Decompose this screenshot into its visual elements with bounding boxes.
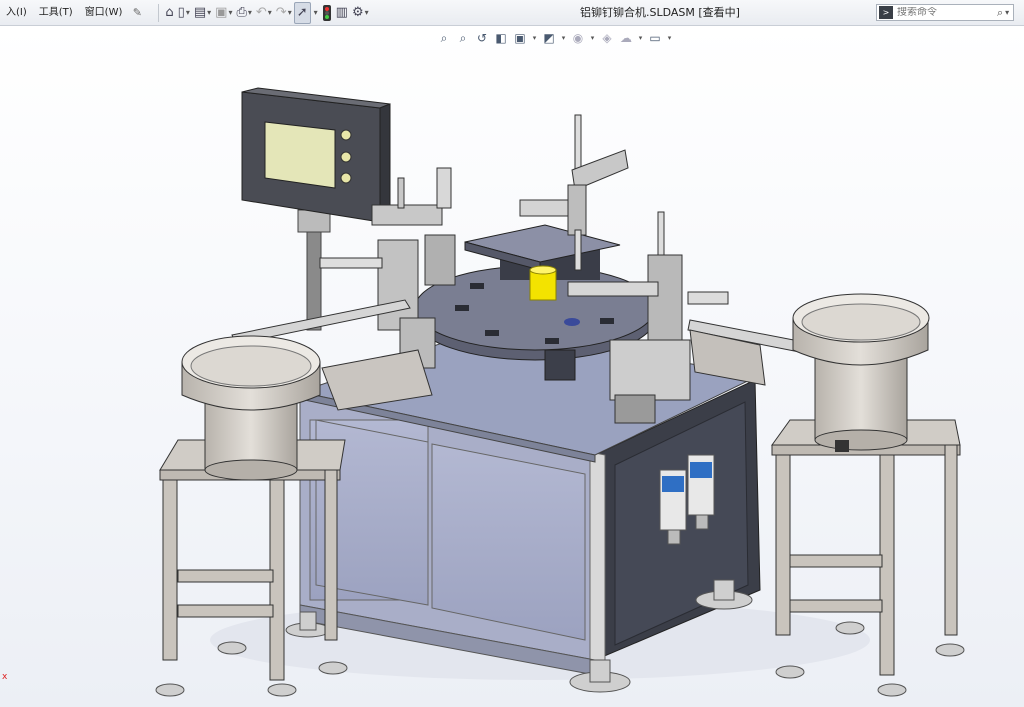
control-panel: [241, 87, 391, 331]
search-caret-icon[interactable]: ▾: [1005, 8, 1009, 17]
command-prompt-icon: >: [879, 6, 893, 19]
window-title: 铝铆钉铆合机.SLDASM [查看中]: [580, 6, 740, 19]
select-caret-icon[interactable]: ▾: [311, 2, 320, 24]
menu-tools[interactable]: 工具(T): [33, 0, 79, 26]
rivet-machine-model[interactable]: [0, 26, 1024, 707]
print-icon[interactable]: ⎙ ▾: [234, 2, 253, 24]
save-icon[interactable]: ▣ ▾: [213, 2, 234, 24]
options-gear-icon[interactable]: ⚙ ▾: [350, 2, 371, 24]
file-properties-icon[interactable]: ▥: [334, 2, 350, 24]
home-icon[interactable]: ⌂: [163, 2, 175, 24]
title-bar: 入(I) 工具(T) 窗口(W) ✎ ⌂ ▯ ▾ ▤ ▾ ▣ ▾ ⎙ ▾ ↶ ▾ ↷ ▾ ➚…: [0, 0, 1024, 26]
redo-icon[interactable]: ↷ ▾: [274, 2, 294, 24]
menu-bar: 入(I) 工具(T) 窗口(W) ✎: [0, 0, 146, 26]
search-icon[interactable]: ⌕: [997, 6, 1003, 20]
select-arrow-icon[interactable]: ➚: [293, 1, 311, 24]
search-input[interactable]: [893, 7, 997, 18]
menu-insert[interactable]: 入(I): [0, 0, 33, 26]
toolbar-separator: [158, 3, 160, 22]
coordinate-triad-icon: x: [2, 672, 8, 682]
standard-toolbar: ⌂ ▯ ▾ ▤ ▾ ▣ ▾ ⎙ ▾ ↶ ▾ ↷ ▾ ➚ ▾ ▥ ⚙ ▾: [154, 0, 370, 26]
menu-window[interactable]: 窗口(W): [79, 0, 129, 26]
undo-icon[interactable]: ↶ ▾: [254, 2, 274, 24]
command-search[interactable]: > ⌕ ▾: [876, 4, 1014, 21]
traffic-light-icon[interactable]: [320, 2, 334, 24]
pin-icon[interactable]: ✎: [128, 6, 146, 19]
open-icon[interactable]: ▤ ▾: [192, 2, 213, 24]
new-document-icon[interactable]: ▯ ▾: [176, 2, 192, 24]
